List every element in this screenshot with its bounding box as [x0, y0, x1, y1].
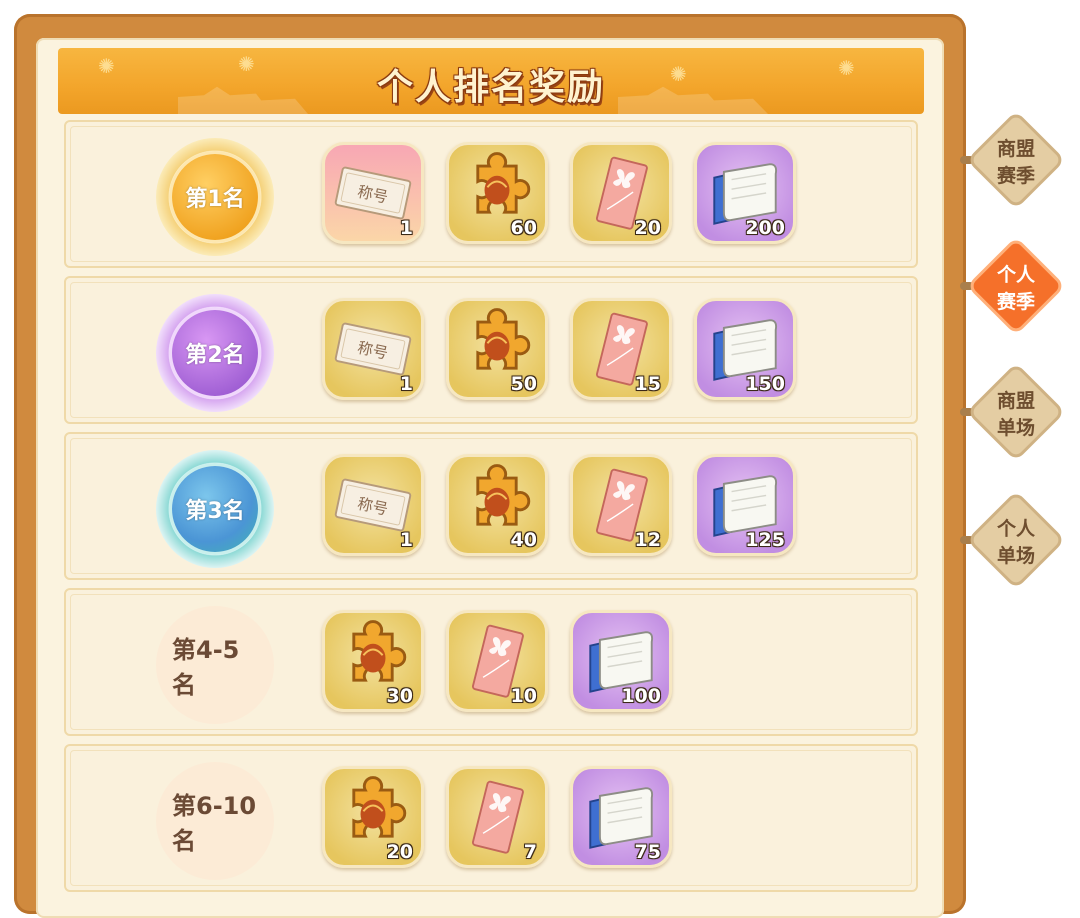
reward-item[interactable]: 20 [322, 766, 424, 868]
tab-label: 商盟 赛季 [996, 138, 1035, 187]
reward-count: 75 [634, 841, 661, 863]
reward-row: 第6-10名 20 7 75 [64, 744, 918, 892]
reward-item[interactable]: 7 [446, 766, 548, 868]
reward-count: 10 [510, 685, 537, 707]
reward-item[interactable]: 20 [570, 142, 672, 244]
reward-item[interactable]: 150 [694, 298, 796, 400]
reward-item[interactable]: 称号 1 [322, 298, 424, 400]
reward-count: 200 [745, 217, 785, 239]
reward-item[interactable]: 200 [694, 142, 796, 244]
reward-items: 20 7 75 [322, 766, 672, 868]
tab-2[interactable]: 个人 赛季 [960, 236, 1066, 336]
reward-count: 150 [745, 373, 785, 395]
rank-badge: 第2名 [156, 294, 274, 412]
reward-count: 40 [510, 529, 537, 551]
reward-item[interactable]: 称号 1 [322, 454, 424, 556]
reward-items: 称号 1 40 12 125 [322, 454, 796, 556]
reward-item[interactable]: 30 [322, 610, 424, 712]
reward-count: 1 [399, 373, 413, 395]
category-tab-bar: 商盟 赛季个人 赛季商盟 单场个人 单场 [956, 0, 1080, 897]
tab-4[interactable]: 个人 单场 [960, 490, 1066, 590]
reward-item[interactable]: 10 [446, 610, 548, 712]
reward-item[interactable]: 75 [570, 766, 672, 868]
rank-label: 第4-5名 [172, 636, 240, 699]
tab-label: 商盟 单场 [996, 390, 1035, 439]
reward-items: 称号 1 50 15 150 [322, 298, 796, 400]
reward-count: 60 [510, 217, 537, 239]
reward-item[interactable]: 100 [570, 610, 672, 712]
reward-count: 1 [399, 217, 413, 239]
rank-badge: 第6-10名 [156, 762, 274, 880]
reward-row: 第2名 称号 1 50 15 150 [64, 276, 918, 424]
reward-row: 第4-5名 30 10 100 [64, 588, 918, 736]
reward-count: 12 [634, 529, 661, 551]
rank-label: 第6-10名 [172, 792, 257, 855]
reward-item[interactable]: 50 [446, 298, 548, 400]
reward-item[interactable]: 60 [446, 142, 548, 244]
reward-count: 30 [386, 685, 413, 707]
rank-label: 第3名 [172, 466, 258, 552]
rank-badge: 第1名 [156, 138, 274, 256]
rank-badge: 第4-5名 [156, 606, 274, 724]
reward-row: 第1名 称号 1 60 20 200 [64, 120, 918, 268]
reward-count: 7 [523, 841, 537, 863]
reward-count: 20 [634, 217, 661, 239]
reward-items: 称号 1 60 20 200 [322, 142, 796, 244]
rank-label: 第1名 [172, 154, 258, 240]
reward-count: 100 [621, 685, 661, 707]
reward-count: 15 [634, 373, 661, 395]
reward-items: 30 10 100 [322, 610, 672, 712]
reward-row: 第3名 称号 1 40 12 125 [64, 432, 918, 580]
reward-count: 50 [510, 373, 537, 395]
rank-badge: 第3名 [156, 450, 274, 568]
title-banner: ✺ ✺ ✺ ✺ 个人排名奖励 [58, 48, 924, 114]
reward-count: 125 [745, 529, 785, 551]
reward-item[interactable]: 125 [694, 454, 796, 556]
reward-count: 20 [386, 841, 413, 863]
tab-label: 个人 单场 [996, 518, 1035, 567]
reward-item[interactable]: 12 [570, 454, 672, 556]
reward-item[interactable]: 40 [446, 454, 548, 556]
reward-rows: 第1名 称号 1 60 20 200 第2名 称号 1 50 15 150 第3名 称号 1 40 12 125 第… [64, 120, 918, 900]
reward-item[interactable]: 称号 1 [322, 142, 424, 244]
rank-label: 第2名 [172, 310, 258, 396]
reward-count: 1 [399, 529, 413, 551]
reward-item[interactable]: 15 [570, 298, 672, 400]
page-title: 个人排名奖励 [376, 66, 605, 108]
tab-1[interactable]: 商盟 赛季 [960, 110, 1066, 210]
tab-3[interactable]: 商盟 单场 [960, 362, 1066, 462]
tab-label: 个人 赛季 [996, 264, 1035, 313]
